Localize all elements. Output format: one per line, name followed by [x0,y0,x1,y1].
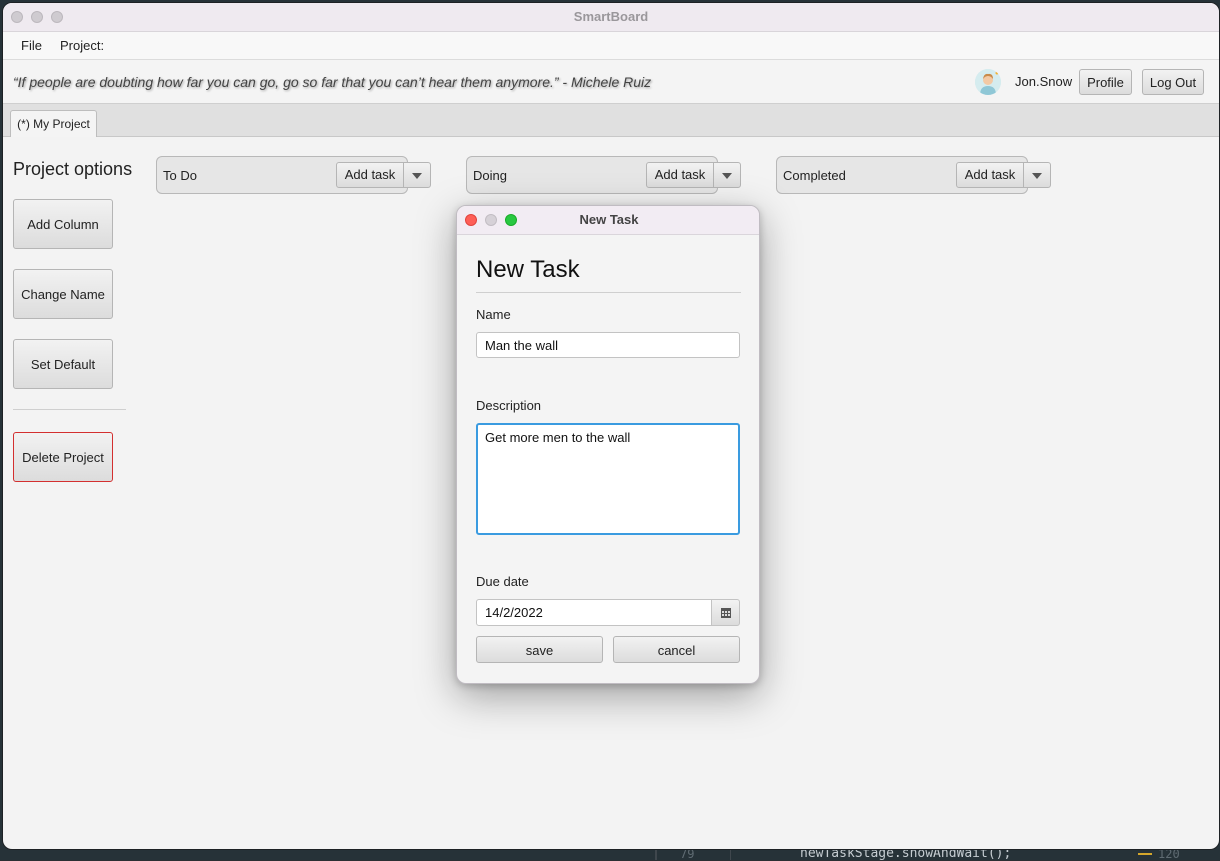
dialog-heading: New Task [476,256,580,283]
set-default-button[interactable]: Set Default [13,339,113,389]
calendar-icon [721,608,731,618]
window-titlebar: SmartBoard [3,3,1219,32]
dialog-titlebar: New Task [457,206,759,235]
menubar: File Project: [3,32,1219,60]
add-task-split-button[interactable]: Add task [956,162,1051,188]
task-description-field[interactable]: Get more men to the wall [476,423,740,535]
delete-project-button[interactable]: Delete Project [13,432,113,482]
dialog-divider [476,292,741,293]
column-title: Doing [473,168,507,183]
cancel-button[interactable]: cancel [613,636,740,663]
project-options-title: Project options [13,159,133,179]
window-title: SmartBoard [573,9,649,24]
editor-gutter-divider [655,848,657,860]
due-date-field[interactable] [476,599,712,626]
header-bar: “If people are doubting how far you can … [3,60,1219,104]
column-title: Completed [783,168,846,183]
column-completed: Completed Add task [776,156,1051,194]
menu-file[interactable]: File [21,38,42,53]
chevron-down-icon[interactable] [1024,163,1050,187]
column-todo: To Do Add task [156,156,431,194]
task-name-field[interactable] [476,332,740,358]
name-label: Name [476,307,511,322]
date-picker-button[interactable] [711,599,740,626]
editor-line-number: 79 [680,847,695,861]
save-button[interactable]: save [476,636,603,663]
add-task-split-button[interactable]: Add task [336,162,431,188]
sidebar-divider [13,409,126,410]
change-name-button[interactable]: Change Name [13,269,113,319]
add-task-split-button[interactable]: Add task [646,162,741,188]
profile-button[interactable]: Profile [1079,69,1132,95]
logout-button[interactable]: Log Out [1142,69,1204,95]
due-date-label: Due date [476,574,529,589]
tab-my-project[interactable]: (*) My Project [10,110,97,137]
column-title: To Do [163,168,197,183]
add-column-button[interactable]: Add Column [13,199,113,249]
menu-project[interactable]: Project: [60,38,104,53]
editor-gutter-divider-2 [730,848,731,860]
chevron-down-icon[interactable] [404,163,430,187]
new-task-dialog: New Task New Task Name Description Get m… [456,205,760,684]
user-avatar [975,69,1001,95]
editor-change-marker [1138,853,1152,855]
chevron-down-icon[interactable] [714,163,740,187]
add-task-button[interactable]: Add task [647,163,714,187]
column-doing: Doing Add task [466,156,741,194]
add-task-button[interactable]: Add task [337,163,404,187]
project-tabs: (*) My Project [3,104,1219,137]
editor-line-number-right: 120 [1158,847,1180,861]
add-task-button[interactable]: Add task [957,163,1024,187]
username-label: Jon.Snow [1015,74,1073,89]
motivational-quote: “If people are doubting how far you can … [13,74,652,90]
description-label: Description [476,398,542,413]
dialog-window-title: New Task [579,212,639,227]
